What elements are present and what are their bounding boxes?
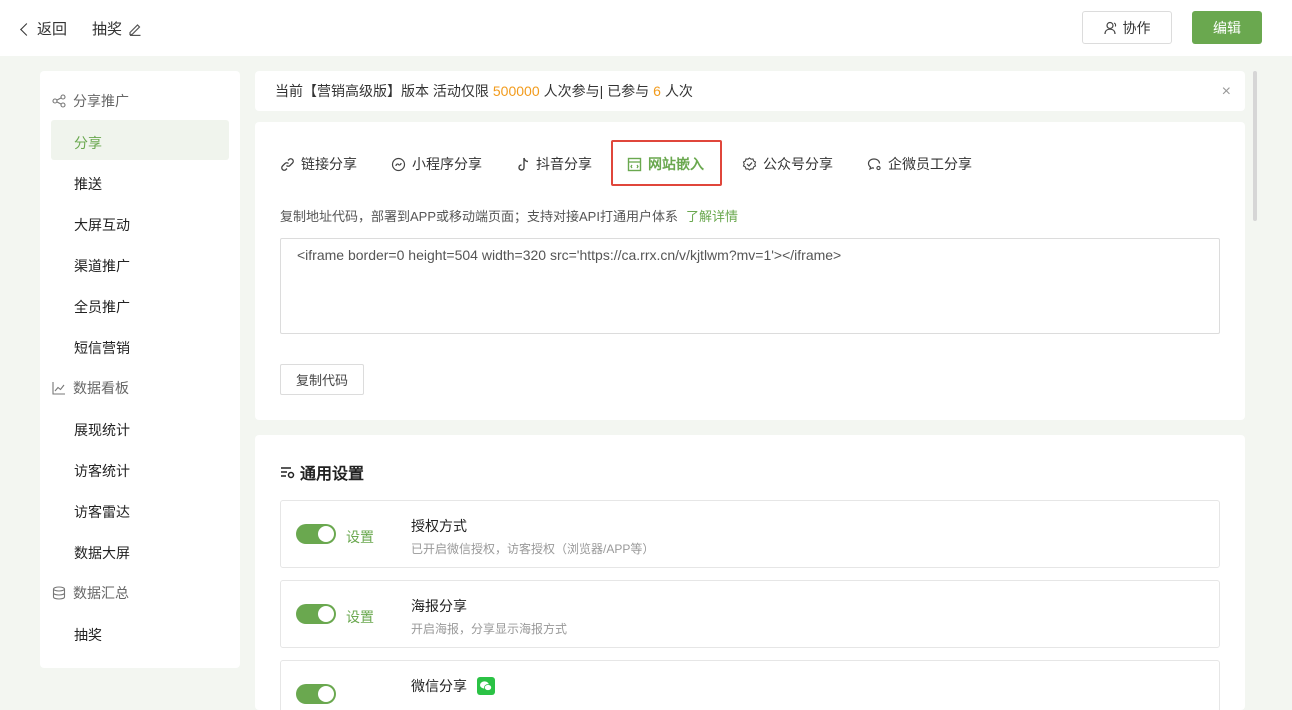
database-icon <box>52 586 66 600</box>
collaborate-label: 协作 <box>1122 19 1151 36</box>
edit-pencil-icon[interactable] <box>128 22 142 36</box>
poster-title: 海报分享 <box>411 598 467 614</box>
auth-toggle[interactable] <box>296 524 336 544</box>
share-icon <box>52 94 66 108</box>
embed-description: 复制地址代码，部署到APP或移动端页面；支持对接API打通用户体系 了解详情 <box>280 206 738 225</box>
setting-row-poster: 设置 海报分享 开启海报，分享显示海报方式 <box>280 580 1220 648</box>
version-notice: 当前【营销高级版】版本 活动仅限 500000 人次参与| 已参与 6 人次 × <box>255 71 1245 111</box>
top-header: 返回 抽奖 协作 编辑 <box>0 0 1292 56</box>
setting-row-wechat: 微信分享 <box>280 660 1220 710</box>
sidebar-group-summary: 数据汇总 <box>52 583 129 603</box>
sidebar-item-channel[interactable]: 渠道推广 <box>74 256 130 276</box>
page-scrollbar[interactable] <box>1253 71 1257 221</box>
tab-label: 小程序分享 <box>412 156 482 172</box>
tab-label: 抖音分享 <box>536 156 592 172</box>
wechat-icon <box>477 677 495 695</box>
sidebar-item-lottery[interactable]: 抽奖 <box>74 625 102 645</box>
settings-list-icon <box>281 466 295 478</box>
notice-count: 6 <box>653 83 661 99</box>
notice-middle: 人次参与| 已参与 <box>543 83 650 99</box>
sidebar-item-all-staff[interactable]: 全员推广 <box>74 297 130 317</box>
close-icon[interactable]: × <box>1222 83 1231 101</box>
tab-wecom-staff-share[interactable]: 企微员工分享 <box>867 154 972 174</box>
tab-website-embed[interactable]: 网站嵌入 <box>627 154 704 174</box>
tab-label: 网站嵌入 <box>648 156 704 172</box>
tab-link-share[interactable]: 链接分享 <box>280 154 357 174</box>
edit-button[interactable]: 编辑 <box>1192 11 1262 44</box>
wechat-toggle[interactable] <box>296 684 336 704</box>
page-title-text: 抽奖 <box>92 21 123 38</box>
tab-douyin-share[interactable]: 抖音分享 <box>517 154 592 174</box>
learn-more-link[interactable]: 了解详情 <box>686 209 738 224</box>
sidebar-item-push[interactable]: 推送 <box>74 174 102 194</box>
share-panel: 链接分享 小程序分享 抖音分享 网站嵌入 公众号分享 企微员工分享 复制地址代码… <box>255 122 1245 420</box>
settings-title: 通用设置 <box>280 460 364 484</box>
auth-title: 授权方式 <box>411 518 467 534</box>
sidebar-item-data-screen[interactable]: 数据大屏 <box>74 543 130 563</box>
link-icon <box>281 157 294 171</box>
back-button[interactable]: 返回 <box>20 18 68 39</box>
sidebar-item-big-screen[interactable]: 大屏互动 <box>74 215 130 235</box>
sidebar: 分享推广 分享 推送 大屏互动 渠道推广 全员推广 短信营销 数据看板 展现统计… <box>40 71 240 668</box>
auth-settings-link[interactable]: 设置 <box>346 527 374 547</box>
sidebar-item-sms[interactable]: 短信营销 <box>74 338 130 358</box>
miniprogram-icon <box>391 157 406 171</box>
copy-code-button[interactable]: 复制代码 <box>280 364 364 395</box>
sidebar-item-share[interactable]: 分享 <box>74 133 102 153</box>
collaborate-button[interactable]: 协作 <box>1082 11 1172 44</box>
setting-row-auth: 设置 授权方式 已开启微信授权，访客授权（浏览器/APP等） <box>280 500 1220 568</box>
auth-description: 已开启微信授权，访客授权（浏览器/APP等） <box>411 542 655 556</box>
notice-limit: 500000 <box>492 83 540 99</box>
official-account-icon <box>742 156 757 171</box>
sidebar-group-share: 分享推广 <box>52 91 129 111</box>
tab-label: 企微员工分享 <box>888 156 972 172</box>
back-label: 返回 <box>37 21 68 38</box>
poster-settings-link[interactable]: 设置 <box>346 607 374 627</box>
page-title: 抽奖 <box>92 18 142 39</box>
settings-title-text: 通用设置 <box>300 466 365 483</box>
edit-label: 编辑 <box>1213 19 1241 36</box>
wechat-title: 微信分享 <box>411 676 495 696</box>
notice-suffix: 人次 <box>664 83 693 99</box>
general-settings-panel: 通用设置 设置 授权方式 已开启微信授权，访客授权（浏览器/APP等） 设置 海… <box>255 435 1245 710</box>
embed-description-text: 复制地址代码，部署到APP或移动端页面；支持对接API打通用户体系 <box>280 209 678 224</box>
line-chart-icon <box>52 382 65 395</box>
wecom-icon <box>867 157 881 170</box>
sidebar-group-label: 数据汇总 <box>73 585 129 601</box>
users-icon <box>1103 21 1116 34</box>
chevron-left-icon <box>20 22 33 36</box>
embed-code-textarea[interactable]: <iframe border=0 height=504 width=320 sr… <box>280 238 1220 334</box>
tab-label: 链接分享 <box>301 156 357 172</box>
tab-miniprogram-share[interactable]: 小程序分享 <box>391 154 482 174</box>
sidebar-item-visitor-stats[interactable]: 访客统计 <box>74 461 130 481</box>
copy-code-label: 复制代码 <box>295 373 348 388</box>
sidebar-item-visitor-radar[interactable]: 访客雷达 <box>74 502 130 522</box>
sidebar-group-dashboard: 数据看板 <box>52 378 129 398</box>
sidebar-group-label: 数据看板 <box>73 380 129 396</box>
sidebar-group-label: 分享推广 <box>73 93 129 109</box>
tab-label: 公众号分享 <box>763 156 833 172</box>
notice-prefix: 当前【营销高级版】版本 活动仅限 <box>275 83 489 99</box>
embed-icon <box>627 157 642 171</box>
tab-official-account-share[interactable]: 公众号分享 <box>742 154 833 174</box>
wechat-title-text: 微信分享 <box>411 678 467 694</box>
poster-description: 开启海报，分享显示海报方式 <box>411 622 568 636</box>
sidebar-item-display-stats[interactable]: 展现统计 <box>74 420 130 440</box>
douyin-icon <box>518 157 529 171</box>
poster-toggle[interactable] <box>296 604 336 624</box>
